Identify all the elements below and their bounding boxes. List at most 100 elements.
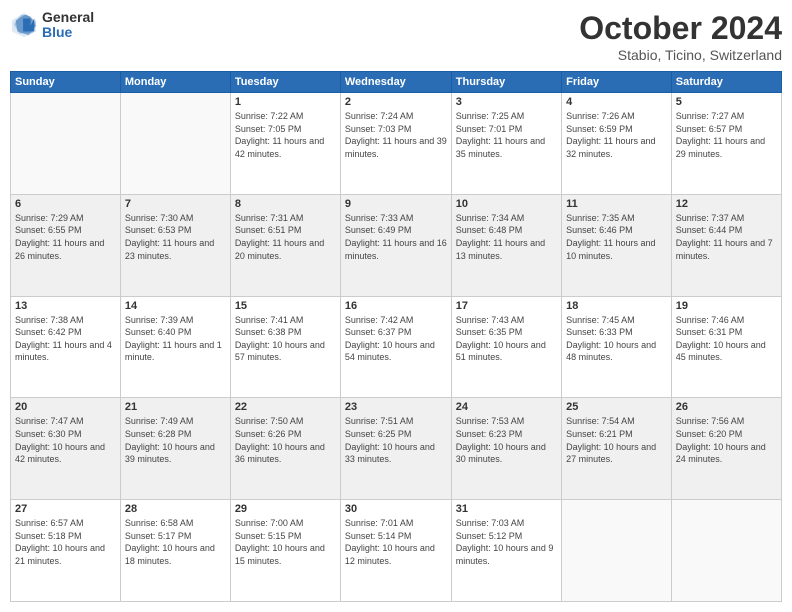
table-row: 16 Sunrise: 7:42 AM Sunset: 6:37 PM Dayli… [340, 296, 451, 398]
table-row: 11 Sunrise: 7:35 AM Sunset: 6:46 PM Dayli… [562, 194, 672, 296]
header-thursday: Thursday [451, 72, 561, 93]
table-row: 31 Sunrise: 7:03 AM Sunset: 5:12 PM Dayli… [451, 500, 561, 602]
day-number: 14 [125, 300, 226, 312]
header-tuesday: Tuesday [230, 72, 340, 93]
table-row: 13Sunrise: 7:38 AM Sunset: 6:42 PM Dayli… [11, 296, 121, 398]
day-info: Sunrise: 7:45 AM Sunset: 6:33 PM Dayligh… [566, 314, 667, 364]
day-info: Sunrise: 7:03 AM Sunset: 5:12 PM Dayligh… [456, 517, 557, 567]
header-saturday: Saturday [671, 72, 781, 93]
table-row: 25 Sunrise: 7:54 AM Sunset: 6:21 PM Dayli… [562, 398, 672, 500]
table-row: 6Sunrise: 7:29 AM Sunset: 6:55 PM Daylig… [11, 194, 121, 296]
day-info: Sunrise: 7:39 AM Sunset: 6:40 PM Dayligh… [125, 314, 226, 364]
calendar-week-row: 27Sunrise: 6:57 AM Sunset: 5:18 PM Dayli… [11, 500, 782, 602]
day-info: Sunrise: 7:46 AM Sunset: 6:31 PM Dayligh… [676, 314, 777, 364]
title-block: October 2024 Stabio, Ticino, Switzerland [579, 10, 782, 63]
table-row: 22Sunrise: 7:50 AM Sunset: 6:26 PM Dayli… [230, 398, 340, 500]
table-row: 2 Sunrise: 7:24 AM Sunset: 7:03 PM Daylig… [340, 93, 451, 195]
day-number: 31 [456, 503, 557, 515]
day-info: Sunrise: 6:57 AM Sunset: 5:18 PM Dayligh… [15, 517, 116, 567]
calendar-table: Sunday Monday Tuesday Wednesday Thursday… [10, 71, 782, 602]
day-info: Sunrise: 7:31 AM Sunset: 6:51 PM Dayligh… [235, 212, 336, 262]
day-info: Sunrise: 7:47 AM Sunset: 6:30 PM Dayligh… [15, 415, 116, 465]
day-number: 25 [566, 401, 667, 413]
table-row: 29Sunrise: 7:00 AM Sunset: 5:15 PM Dayli… [230, 500, 340, 602]
day-number: 26 [676, 401, 777, 413]
table-row: 1 Sunrise: 7:22 AM Sunset: 7:05 PM Daylig… [230, 93, 340, 195]
day-info: Sunrise: 7:43 AM Sunset: 6:35 PM Dayligh… [456, 314, 557, 364]
day-number: 6 [15, 198, 116, 210]
day-info: Sunrise: 7:27 AM Sunset: 6:57 PM Dayligh… [676, 110, 777, 160]
table-row: 10Sunrise: 7:34 AM Sunset: 6:48 PM Dayli… [451, 194, 561, 296]
day-number: 4 [566, 96, 667, 108]
day-number: 11 [566, 198, 667, 210]
table-row: 14 Sunrise: 7:39 AM Sunset: 6:40 PM Dayli… [120, 296, 230, 398]
header-sunday: Sunday [11, 72, 121, 93]
header-friday: Friday [562, 72, 672, 93]
day-number: 1 [235, 96, 336, 108]
day-info: Sunrise: 7:41 AM Sunset: 6:38 PM Dayligh… [235, 314, 336, 364]
day-number: 8 [235, 198, 336, 210]
calendar-week-row: 13Sunrise: 7:38 AM Sunset: 6:42 PM Dayli… [11, 296, 782, 398]
table-row: 5 Sunrise: 7:27 AM Sunset: 6:57 PM Daylig… [671, 93, 781, 195]
logo-icon [10, 11, 38, 39]
calendar-week-row: 20 Sunrise: 7:47 AM Sunset: 6:30 PM Dayli… [11, 398, 782, 500]
day-info: Sunrise: 7:35 AM Sunset: 6:46 PM Dayligh… [566, 212, 667, 262]
day-info: Sunrise: 7:42 AM Sunset: 6:37 PM Dayligh… [345, 314, 447, 364]
day-info: Sunrise: 7:51 AM Sunset: 6:25 PM Dayligh… [345, 415, 447, 465]
table-row: 17 Sunrise: 7:43 AM Sunset: 6:35 PM Dayli… [451, 296, 561, 398]
table-row: 7 Sunrise: 7:30 AM Sunset: 6:53 PM Daylig… [120, 194, 230, 296]
day-number: 29 [235, 503, 336, 515]
day-info: Sunrise: 7:24 AM Sunset: 7:03 PM Dayligh… [345, 110, 447, 160]
table-row [671, 500, 781, 602]
page-header: General Blue October 2024 Stabio, Ticino… [10, 10, 782, 63]
logo-blue-text: Blue [42, 25, 94, 40]
table-row: 27Sunrise: 6:57 AM Sunset: 5:18 PM Dayli… [11, 500, 121, 602]
day-number: 20 [15, 401, 116, 413]
day-info: Sunrise: 7:56 AM Sunset: 6:20 PM Dayligh… [676, 415, 777, 465]
weekday-header-row: Sunday Monday Tuesday Wednesday Thursday… [11, 72, 782, 93]
table-row [11, 93, 121, 195]
day-number: 23 [345, 401, 447, 413]
day-number: 18 [566, 300, 667, 312]
day-number: 12 [676, 198, 777, 210]
table-row: 3 Sunrise: 7:25 AM Sunset: 7:01 PM Daylig… [451, 93, 561, 195]
logo-general-text: General [42, 10, 94, 25]
table-row: 21Sunrise: 7:49 AM Sunset: 6:28 PM Dayli… [120, 398, 230, 500]
day-number: 3 [456, 96, 557, 108]
day-number: 17 [456, 300, 557, 312]
day-number: 30 [345, 503, 447, 515]
table-row: 8 Sunrise: 7:31 AM Sunset: 6:51 PM Daylig… [230, 194, 340, 296]
day-info: Sunrise: 7:34 AM Sunset: 6:48 PM Dayligh… [456, 212, 557, 262]
calendar-week-row: 6Sunrise: 7:29 AM Sunset: 6:55 PM Daylig… [11, 194, 782, 296]
location: Stabio, Ticino, Switzerland [579, 47, 782, 63]
day-info: Sunrise: 6:58 AM Sunset: 5:17 PM Dayligh… [125, 517, 226, 567]
table-row: 9Sunrise: 7:33 AM Sunset: 6:49 PM Daylig… [340, 194, 451, 296]
day-number: 28 [125, 503, 226, 515]
table-row: 4Sunrise: 7:26 AM Sunset: 6:59 PM Daylig… [562, 93, 672, 195]
table-row: 20 Sunrise: 7:47 AM Sunset: 6:30 PM Dayli… [11, 398, 121, 500]
day-info: Sunrise: 7:22 AM Sunset: 7:05 PM Dayligh… [235, 110, 336, 160]
table-row: 28 Sunrise: 6:58 AM Sunset: 5:17 PM Dayli… [120, 500, 230, 602]
day-number: 16 [345, 300, 447, 312]
day-info: Sunrise: 7:38 AM Sunset: 6:42 PM Dayligh… [15, 314, 116, 364]
day-info: Sunrise: 7:25 AM Sunset: 7:01 PM Dayligh… [456, 110, 557, 160]
table-row: 15Sunrise: 7:41 AM Sunset: 6:38 PM Dayli… [230, 296, 340, 398]
day-number: 9 [345, 198, 447, 210]
day-info: Sunrise: 7:49 AM Sunset: 6:28 PM Dayligh… [125, 415, 226, 465]
header-wednesday: Wednesday [340, 72, 451, 93]
logo: General Blue [10, 10, 94, 41]
day-info: Sunrise: 7:30 AM Sunset: 6:53 PM Dayligh… [125, 212, 226, 262]
day-number: 5 [676, 96, 777, 108]
table-row: 30Sunrise: 7:01 AM Sunset: 5:14 PM Dayli… [340, 500, 451, 602]
calendar-week-row: 1 Sunrise: 7:22 AM Sunset: 7:05 PM Daylig… [11, 93, 782, 195]
table-row: 24Sunrise: 7:53 AM Sunset: 6:23 PM Dayli… [451, 398, 561, 500]
day-number: 7 [125, 198, 226, 210]
table-row [120, 93, 230, 195]
day-info: Sunrise: 7:53 AM Sunset: 6:23 PM Dayligh… [456, 415, 557, 465]
day-number: 2 [345, 96, 447, 108]
table-row [562, 500, 672, 602]
day-info: Sunrise: 7:54 AM Sunset: 6:21 PM Dayligh… [566, 415, 667, 465]
table-row: 19Sunrise: 7:46 AM Sunset: 6:31 PM Dayli… [671, 296, 781, 398]
table-row: 18 Sunrise: 7:45 AM Sunset: 6:33 PM Dayli… [562, 296, 672, 398]
day-number: 22 [235, 401, 336, 413]
